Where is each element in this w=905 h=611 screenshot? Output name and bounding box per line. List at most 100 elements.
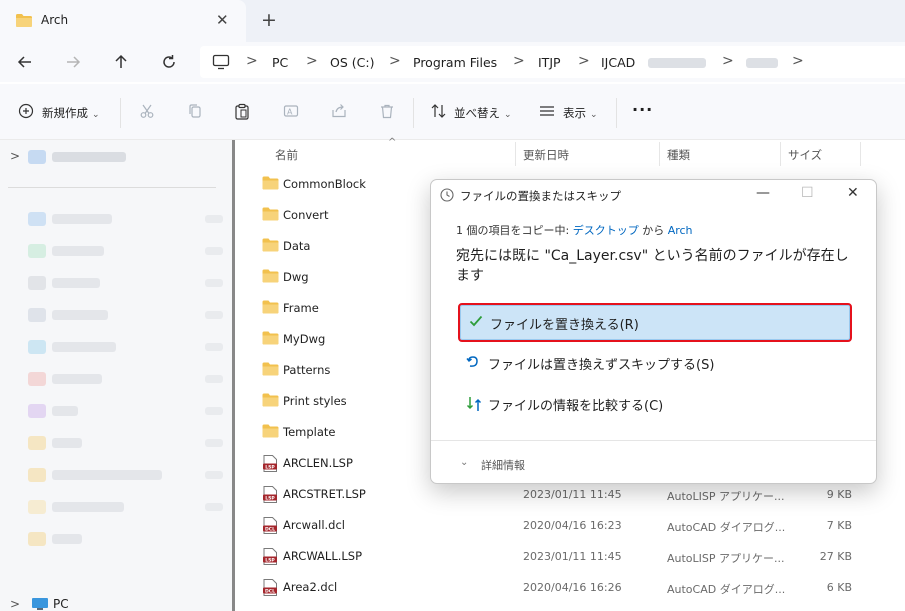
file-name: Frame [283,301,319,315]
plus-circle-icon [18,103,34,119]
table-row[interactable]: LSP ARCWALL.LSP 2023/01/11 11:45 AutoLISP ア… [242,541,905,572]
lsp-file-icon: LSP [262,548,278,565]
refresh-icon[interactable] [159,52,179,72]
toolbar-divider [413,98,414,128]
blurred-nav-icon [28,150,46,164]
compare-file-option[interactable]: ファイルの情報を比較する(C) [458,385,852,424]
blurred-nav-icon [28,436,46,450]
column-header-type[interactable]: 種類 [667,147,690,163]
expand-chevron-icon[interactable]: > [10,597,20,611]
file-name: ARCSTRET.LSP [283,487,366,501]
up-arrow-icon[interactable] [111,52,131,72]
breadcrumb-itjp[interactable]: ITJP [538,55,561,70]
compare-icon [466,395,482,413]
cut-icon[interactable] [139,103,155,119]
folder-icon [262,269,279,283]
svg-text:LSP: LSP [265,464,275,470]
breadcrumb-separator: > [389,53,401,69]
navigation-pane-scrollbar[interactable] [232,140,235,611]
dcl-file-icon: DCL [262,517,278,534]
breadcrumb-pc[interactable]: PC [272,55,288,70]
view-button[interactable]: 表示 ⌄ [563,105,598,121]
more-details-button[interactable]: 詳細情報 [481,457,525,473]
minimize-button[interactable]: — [756,185,770,201]
breadcrumb-ijcad[interactable]: IJCAD [601,55,635,70]
address-bar[interactable]: > PC > OS (C:) > Program Files > ITJP > … [200,46,905,78]
new-button-label: 新規作成 [42,106,88,120]
replace-file-label: ファイルを置き換える(R) [490,318,639,333]
view-list-icon [538,103,556,119]
source-link[interactable]: デスクトップ [573,224,639,237]
file-name: Data [283,239,311,253]
tab-arch[interactable]: Arch ✕ [0,0,246,42]
chevron-down-icon[interactable]: ⌄ [460,457,468,468]
check-icon [468,313,484,329]
column-header-date[interactable]: 更新日時 [523,147,569,163]
command-bar: 新規作成 ⌄ A 並べ替え ⌄ 表示 ⌄ ··· [0,84,905,140]
blurred-nav-pin [205,247,223,255]
blurred-nav-icon [28,468,46,482]
folder-icon [262,207,279,221]
blurred-nav-pin [205,375,223,383]
delete-icon[interactable] [379,103,395,119]
blurred-nav-pin [205,471,223,479]
compare-file-label: ファイルの情報を比較する(C) [488,399,664,414]
blurred-nav-pin [205,407,223,415]
file-name: MyDwg [283,332,326,346]
toolbar-divider [616,98,617,128]
copy-icon[interactable] [187,103,203,119]
blurred-nav-pin [205,279,223,287]
toolbar-divider [120,98,121,128]
maximize-button[interactable]: ☐ [801,185,814,201]
new-button[interactable]: 新規作成 ⌄ [42,105,100,121]
breadcrumb-program-files[interactable]: Program Files [413,55,497,70]
back-arrow-icon[interactable] [15,52,35,72]
column-header-name[interactable]: 名前 [275,147,298,163]
blurred-nav-label [52,152,126,162]
table-row[interactable]: DCL Arcwall.dcl 2020/04/16 16:23 AutoCAD ダイ… [242,510,905,541]
file-date: 2020/04/16 16:23 [523,519,622,532]
more-options-button[interactable]: ··· [632,100,653,119]
dialog-close-button[interactable]: ✕ [847,185,859,201]
replace-file-option[interactable]: ファイルを置き換える(R) [458,303,852,342]
blurred-nav-label [52,502,124,512]
file-name: Patterns [283,363,331,377]
breadcrumb-os-c[interactable]: OS (C:) [330,55,374,70]
blurred-nav-label [52,406,78,416]
blurred-nav-pin [205,439,223,447]
svg-text:DCL: DCL [265,526,275,532]
column-separator[interactable] [860,142,861,166]
file-name: Convert [283,208,329,222]
breadcrumb-separator: > [792,53,804,69]
tab-close-icon[interactable]: ✕ [216,13,229,28]
blurred-nav-icon [28,308,46,322]
copy-mid: から [638,224,668,237]
folder-icon [262,362,279,376]
blurred-nav-icon [28,340,46,354]
column-header-size[interactable]: サイズ [788,147,822,163]
blurred-nav-label [52,470,162,480]
paste-icon[interactable] [234,103,250,120]
new-tab-button[interactable]: + [261,10,277,30]
destination-link[interactable]: Arch [668,224,693,237]
rename-icon[interactable]: A [283,103,299,119]
file-name: Template [283,425,336,439]
dialog-footer: ⌄ 詳細情報 [431,440,876,483]
nav-item-pc[interactable]: PC [53,597,69,611]
replace-or-skip-dialog: ファイルの置換またはスキップ — ☐ ✕ 1 個の項目をコピー中: デスクトップ… [430,179,877,484]
skip-file-option[interactable]: ファイルは置き換えずスキップする(S) [458,344,852,383]
file-size: 6 KB [826,581,852,594]
breadcrumb-separator: > [246,53,258,69]
column-separator[interactable] [659,142,660,166]
breadcrumb-separator: > [578,53,590,69]
forward-arrow-icon[interactable] [63,52,83,72]
blurred-nav-pin [205,215,223,223]
column-separator[interactable] [515,142,516,166]
column-separator[interactable] [780,142,781,166]
share-icon[interactable] [331,103,347,119]
sort-button[interactable]: 並べ替え ⌄ [454,105,512,121]
svg-text:DCL: DCL [265,588,275,594]
file-size: 7 KB [826,519,852,532]
expand-chevron-icon[interactable]: > [10,149,20,163]
table-row[interactable]: DCL Area2.dcl 2020/04/16 16:26 AutoCAD ダイアロ… [242,572,905,603]
